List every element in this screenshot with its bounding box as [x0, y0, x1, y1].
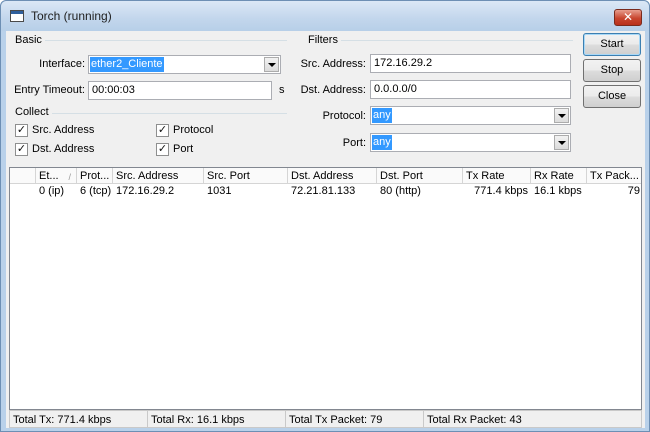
filters-group-line	[305, 40, 573, 41]
cell-dst-address: 72.21.81.133	[291, 185, 356, 197]
protocol-label: Protocol:	[322, 110, 366, 122]
entry-timeout-label: Entry Timeout:	[14, 84, 85, 96]
chevron-down-icon[interactable]	[554, 108, 569, 123]
cell-dst-port: 80 (http)	[380, 185, 421, 197]
stop-button[interactable]: Stop	[583, 59, 641, 82]
cell-src-address: 172.16.29.2	[116, 185, 175, 197]
table-header: Et... / Prot... Src. Address Src. Port Ds…	[10, 168, 641, 184]
port-value: any	[372, 135, 392, 150]
src-address-checkbox[interactable]: ✓	[15, 124, 28, 137]
protocol-select[interactable]: any	[370, 106, 571, 125]
port-checkbox-label: Port	[173, 143, 194, 155]
column-select-header[interactable]	[10, 168, 36, 184]
traffic-table: Et... / Prot... Src. Address Src. Port Ds…	[9, 167, 642, 410]
port-select[interactable]: any	[370, 133, 571, 152]
cell-protocol: 6 (tcp)	[80, 185, 112, 197]
window-icon	[10, 10, 24, 22]
status-bar: Total Tx: 771.4 kbps Total Rx: 16.1 kbps…	[9, 410, 642, 428]
window-title: Torch (running)	[31, 9, 112, 23]
window-close-button[interactable]: ✕	[614, 9, 642, 26]
interface-select[interactable]: ether2_Cliente	[88, 55, 281, 74]
column-header-dst-address[interactable]: Dst. Address	[288, 168, 377, 184]
dst-address-checkbox-label: Dst. Address	[32, 143, 95, 155]
close-button[interactable]: Close	[583, 85, 641, 108]
cell-tx-rate: 771.4 kbps	[474, 185, 528, 197]
column-header-src-port[interactable]: Src. Port	[204, 168, 288, 184]
status-total-rx-packet: Total Rx Packet: 43	[423, 410, 642, 428]
start-button[interactable]: Start	[583, 33, 641, 56]
port-checkbox[interactable]: ✓	[156, 143, 169, 156]
port-label: Port:	[342, 137, 366, 149]
cell-ethertype: 0 (ip)	[39, 185, 65, 197]
entry-timeout-unit: s	[279, 84, 285, 96]
column-header-rx-rate[interactable]: Rx Rate	[531, 168, 587, 184]
interface-value: ether2_Cliente	[90, 57, 164, 72]
cell-rx-rate: 16.1 kbps	[534, 185, 582, 197]
status-total-rx: Total Rx: 16.1 kbps	[147, 410, 286, 428]
dst-address-input[interactable]: 0.0.0.0/0	[370, 80, 571, 99]
column-header-dst-port[interactable]: Dst. Port	[377, 168, 463, 184]
basic-group-line	[12, 40, 287, 41]
src-address-label: Src. Address:	[300, 58, 366, 70]
protocol-checkbox[interactable]: ✓	[156, 124, 169, 137]
cell-tx-packets: 79	[627, 185, 640, 197]
dst-address-checkbox[interactable]: ✓	[15, 143, 28, 156]
dialog-body: Basic Interface: ether2_Cliente Entry Ti…	[6, 31, 645, 428]
dst-address-label: Dst. Address:	[300, 84, 366, 96]
interface-label: Interface:	[39, 58, 85, 70]
column-header-tx-packets[interactable]: Tx Pack...	[587, 168, 641, 184]
chevron-down-icon[interactable]	[264, 57, 279, 72]
cell-src-port: 1031	[207, 185, 232, 197]
protocol-checkbox-label: Protocol	[173, 124, 214, 136]
entry-timeout-input[interactable]: 00:00:03	[88, 81, 272, 100]
collect-group-line	[12, 113, 287, 114]
status-total-tx-packet: Total Tx Packet: 79	[285, 410, 424, 428]
chevron-down-icon[interactable]	[554, 135, 569, 150]
column-header-src-address[interactable]: Src. Address	[113, 168, 204, 184]
column-header-tx-rate[interactable]: Tx Rate	[463, 168, 531, 184]
sort-arrow-icon: /	[68, 172, 71, 182]
src-address-checkbox-label: Src. Address	[32, 124, 95, 136]
title-bar[interactable]: Torch (running) ✕	[1, 1, 649, 31]
column-header-ethertype[interactable]: Et... /	[36, 168, 77, 184]
status-total-tx: Total Tx: 771.4 kbps	[9, 410, 148, 428]
column-header-protocol[interactable]: Prot...	[77, 168, 113, 184]
src-address-input[interactable]: 172.16.29.2	[370, 54, 571, 73]
torch-window: Torch (running) ✕ Basic Interface: ether…	[0, 0, 650, 432]
protocol-value: any	[372, 108, 392, 123]
